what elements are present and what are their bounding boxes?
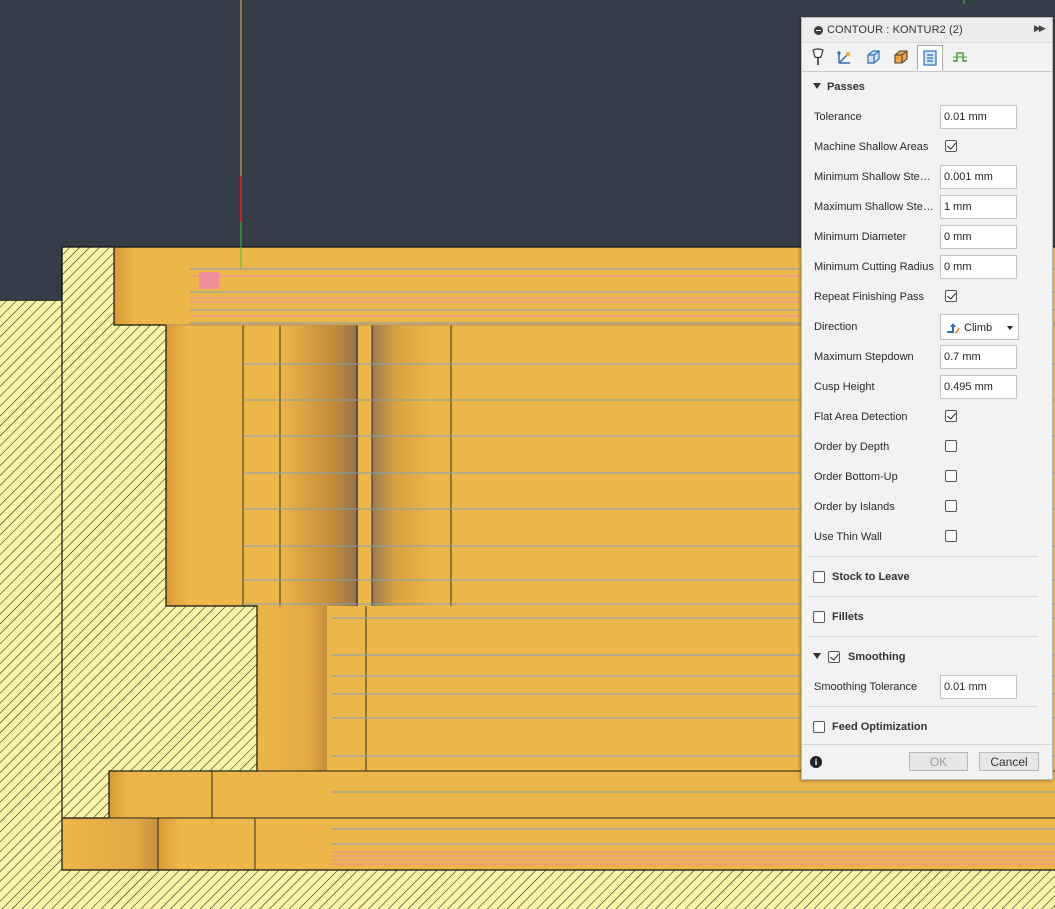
smoothing-title: Smoothing: [848, 651, 906, 663]
use-thin-wall-checkbox[interactable]: [945, 530, 957, 542]
direction-dropdown[interactable]: Climb: [940, 314, 1019, 340]
tolerance-label: Tolerance: [814, 111, 862, 123]
row-min-shallow-stepdown: Minimum Shallow Stepdown 0.001 mm: [802, 162, 1052, 192]
min-shallow-stepdown-label: Minimum Shallow Stepdown: [814, 171, 936, 183]
row-max-shallow-stepdown: Maximum Shallow Stepdown 1 mm: [802, 192, 1052, 222]
section-smoothing[interactable]: Smoothing: [802, 642, 1052, 672]
row-order-by-islands: Order by Islands: [802, 492, 1052, 522]
climb-icon: [947, 323, 960, 334]
row-smoothing-tolerance: Smoothing Tolerance 0.01 mm: [802, 672, 1052, 702]
min-cutting-radius-label: Minimum Cutting Radius: [814, 261, 934, 273]
divider: [808, 636, 1038, 637]
max-shallow-stepdown-input[interactable]: 1 mm: [940, 195, 1017, 219]
cancel-button[interactable]: Cancel: [979, 752, 1039, 771]
passes-icon: [923, 50, 937, 66]
direction-value: Climb: [964, 322, 993, 334]
tab-stock[interactable]: [888, 45, 914, 69]
order-bottom-up-label: Order Bottom-Up: [814, 471, 898, 483]
collapse-dialog-icon[interactable]: [814, 26, 823, 35]
section-passes-title: Passes: [827, 81, 865, 93]
use-thin-wall-label: Use Thin Wall: [814, 531, 882, 543]
max-stepdown-input[interactable]: 0.7 mm: [940, 345, 1017, 369]
tab-geometry[interactable]: [832, 45, 858, 69]
feed-optimization-title: Feed Optimization: [832, 721, 928, 733]
section-fillets[interactable]: Fillets: [802, 602, 1052, 632]
order-by-islands-label: Order by Islands: [814, 501, 895, 513]
machine-shallow-areas-label: Machine Shallow Areas: [814, 141, 929, 153]
dialog-tabs: [802, 43, 1052, 72]
repeat-finishing-pass-checkbox[interactable]: [945, 290, 957, 302]
divider: [802, 744, 1052, 745]
dialog-header[interactable]: CONTOUR : KONTUR2 (2) ▶▶: [802, 18, 1052, 43]
tab-heights[interactable]: [860, 45, 886, 69]
section-stock-to-leave[interactable]: Stock to Leave: [802, 562, 1052, 592]
row-order-by-depth: Order by Depth: [802, 432, 1052, 462]
stock-to-leave-title: Stock to Leave: [832, 571, 910, 583]
dialog-title: CONTOUR : KONTUR2 (2): [827, 24, 963, 36]
row-tolerance: Tolerance 0.01 mm: [802, 102, 1052, 132]
heights-icon: [867, 50, 880, 64]
linking-icon: [953, 52, 967, 62]
contour-dialog: CONTOUR : KONTUR2 (2) ▶▶ Passes Toleranc…: [801, 17, 1053, 780]
divider: [808, 706, 1038, 707]
section-feed-optimization[interactable]: Feed Optimization: [802, 712, 1052, 742]
expand-triangle-icon[interactable]: [813, 83, 821, 89]
min-shallow-stepdown-input[interactable]: 0.001 mm: [940, 165, 1017, 189]
expand-triangle-icon[interactable]: [813, 653, 821, 659]
section-passes[interactable]: Passes: [802, 72, 1052, 102]
row-flat-area-detection: Flat Area Detection: [802, 402, 1052, 432]
tool-icon: [812, 48, 824, 65]
divider: [808, 556, 1038, 557]
direction-label: Direction: [814, 321, 858, 333]
tab-tool[interactable]: [805, 45, 831, 69]
info-icon[interactable]: i: [810, 756, 822, 768]
repeat-finishing-pass-label: Repeat Finishing Pass: [814, 291, 925, 303]
flat-area-detection-checkbox[interactable]: [945, 410, 957, 422]
double-chevron-right-icon[interactable]: ▶▶: [1034, 23, 1046, 34]
machine-shallow-areas-checkbox[interactable]: [945, 140, 957, 152]
ok-button[interactable]: OK: [909, 752, 968, 771]
geometry-icon: [837, 51, 851, 64]
flat-area-detection-label: Flat Area Detection: [814, 411, 908, 423]
min-cutting-radius-input[interactable]: 0 mm: [940, 255, 1017, 279]
row-min-diameter: Minimum Diameter 0 mm: [802, 222, 1052, 252]
row-min-cutting-radius: Minimum Cutting Radius 0 mm: [802, 252, 1052, 282]
smoothing-checkbox[interactable]: [828, 651, 840, 663]
tab-passes[interactable]: [917, 45, 943, 71]
fillets-checkbox[interactable]: [813, 611, 825, 623]
feed-optimization-checkbox[interactable]: [813, 721, 825, 733]
fillets-title: Fillets: [832, 611, 864, 623]
stock-icon: [894, 50, 908, 64]
row-repeat-finishing-pass: Repeat Finishing Pass: [802, 282, 1052, 312]
smoothing-tolerance-input[interactable]: 0.01 mm: [940, 675, 1017, 699]
cusp-height-label: Cusp Height: [814, 381, 875, 393]
order-by-depth-label: Order by Depth: [814, 441, 890, 453]
tolerance-input[interactable]: 0.01 mm: [940, 105, 1017, 129]
tab-linking[interactable]: [947, 45, 973, 69]
min-diameter-label: Minimum Diameter: [814, 231, 907, 243]
smoothing-tolerance-label: Smoothing Tolerance: [814, 681, 918, 693]
order-by-depth-checkbox[interactable]: [945, 440, 957, 452]
row-order-bottom-up: Order Bottom-Up: [802, 462, 1052, 492]
row-direction: Direction Climb: [802, 312, 1052, 342]
row-machine-shallow-areas: Machine Shallow Areas: [802, 132, 1052, 162]
max-shallow-stepdown-label: Maximum Shallow Stepdown: [814, 201, 936, 213]
min-diameter-input[interactable]: 0 mm: [940, 225, 1017, 249]
row-cusp-height: Cusp Height 0.495 mm: [802, 372, 1052, 402]
chevron-down-icon: [1007, 326, 1013, 330]
row-use-thin-wall: Use Thin Wall: [802, 522, 1052, 552]
row-max-stepdown: Maximum Stepdown 0.7 mm: [802, 342, 1052, 372]
stock-to-leave-checkbox[interactable]: [813, 571, 825, 583]
order-bottom-up-checkbox[interactable]: [945, 470, 957, 482]
cusp-height-input[interactable]: 0.495 mm: [940, 375, 1017, 399]
order-by-islands-checkbox[interactable]: [945, 500, 957, 512]
max-stepdown-label: Maximum Stepdown: [814, 351, 914, 363]
divider: [808, 596, 1038, 597]
